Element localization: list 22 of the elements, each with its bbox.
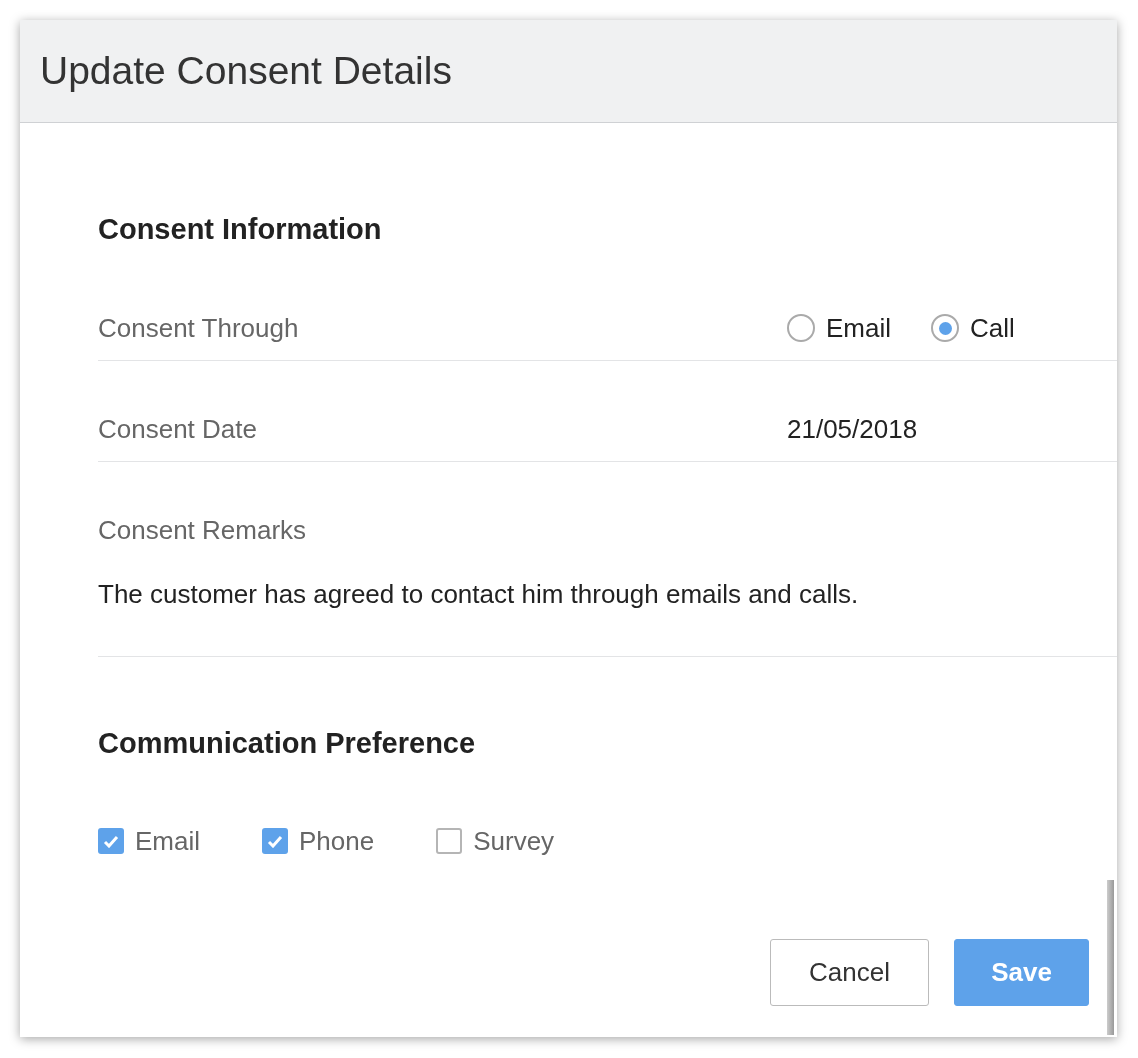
radio-label[interactable]: Email [826, 312, 891, 344]
radio-label[interactable]: Call [970, 312, 1015, 344]
checkbox-label[interactable]: Email [135, 825, 200, 857]
checkbox[interactable] [262, 828, 288, 854]
section-heading: Communication Preference [98, 726, 476, 761]
radio-button[interactable] [787, 314, 815, 342]
scrollbar-thumb[interactable] [1107, 880, 1114, 1035]
checkbox-label[interactable]: Phone [299, 825, 375, 857]
dialog-title: Update Consent Details [40, 49, 452, 93]
checkbox-label[interactable]: Survey [473, 825, 555, 857]
checkmark-icon [103, 834, 119, 848]
section-heading: Consent Information [98, 212, 382, 247]
checkmark-icon [267, 834, 283, 848]
radio-button[interactable] [931, 314, 959, 342]
field-label: Consent Remarks [98, 514, 307, 546]
checkbox[interactable] [98, 828, 124, 854]
field-label: Consent Date [98, 413, 258, 445]
cancel-button[interactable]: Cancel [770, 939, 929, 1006]
field-value: The customer has agreed to contact him through emails and calls. [98, 578, 859, 610]
field-value: 21/05/2018 [787, 413, 918, 445]
checkbox[interactable] [436, 828, 463, 854]
field-label: Consent Through [98, 312, 300, 344]
